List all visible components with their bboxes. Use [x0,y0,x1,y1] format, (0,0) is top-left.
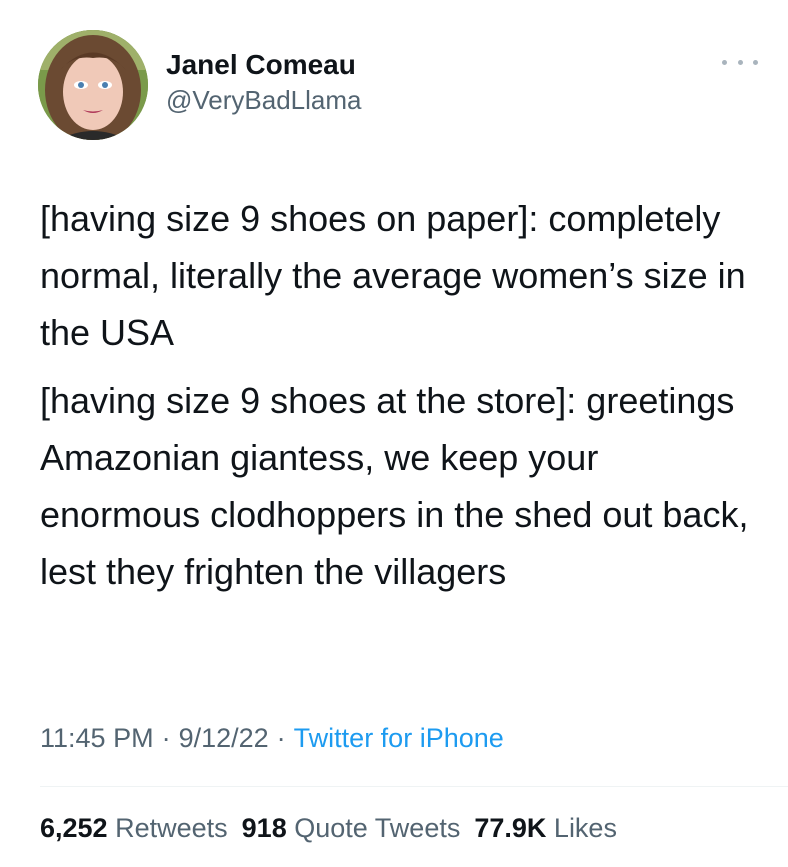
tweet-paragraph: [having size 9 shoes on paper]: complete… [40,198,746,353]
tweet-source-link[interactable]: Twitter for iPhone [294,723,504,753]
author-names: Janel Comeau @VeryBadLlama [166,47,362,117]
quote-tweets-count: 918 [241,813,287,843]
retweets-stat[interactable]: 6,252 Retweets [40,813,228,843]
more-dot [722,59,727,65]
divider [40,786,788,787]
retweets-count: 6,252 [40,813,108,843]
meta-separator: · [161,723,171,753]
author-avatar[interactable] [38,30,148,140]
quote-tweets-label: Quote Tweets [294,813,461,843]
user-avatar-photo-icon [38,30,148,140]
tweet-meta: 11:45 PM · 9/12/22 · Twitter for iPhone [40,718,504,758]
quote-tweets-stat[interactable]: 918 Quote Tweets [242,813,461,843]
meta-separator: · [276,723,286,753]
more-dot [753,59,758,65]
author-display-name[interactable]: Janel Comeau [166,47,362,83]
likes-count: 77.9K [474,813,547,843]
retweets-label: Retweets [115,813,228,843]
likes-label: Likes [553,813,617,843]
author-handle[interactable]: @VeryBadLlama [166,83,362,117]
more-dot [737,59,743,65]
tweet-header: Janel Comeau @VeryBadLlama [38,30,758,142]
likes-stat[interactable]: 77.9K Likes [474,813,617,843]
more-options-icon[interactable] [722,52,758,72]
tweet-text: [having size 9 shoes on paper]: complete… [40,190,760,600]
tweet-time[interactable]: 11:45 PM [40,723,154,753]
tweet-date[interactable]: 9/12/22 [179,723,269,753]
tweet-stats: 6,252 Retweets 918 Quote Tweets 77.9K Like… [40,808,617,848]
tweet-paragraph: [having size 9 shoes at the store]: gree… [40,380,749,592]
